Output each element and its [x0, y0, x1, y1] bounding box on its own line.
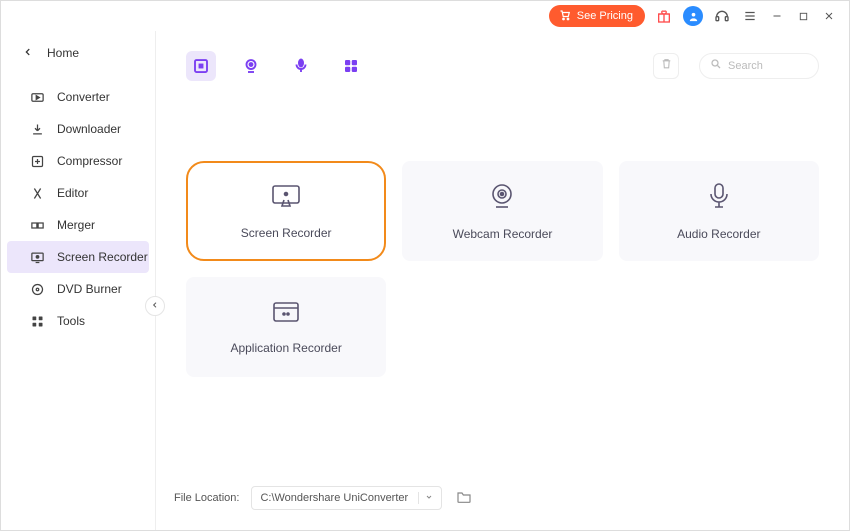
- sidebar-item-label: Editor: [57, 186, 88, 200]
- chevron-left-icon: [151, 301, 159, 312]
- folder-icon: [456, 490, 472, 507]
- webcam-icon: [488, 182, 516, 213]
- tab-screen[interactable]: [186, 51, 216, 81]
- monitor-icon: [271, 183, 301, 212]
- body: Home Converter Downloader: [1, 31, 849, 530]
- file-location-label: File Location:: [174, 492, 239, 504]
- card-label: Audio Recorder: [677, 227, 760, 241]
- tab-audio[interactable]: [286, 51, 316, 81]
- sidebar-item-label: DVD Burner: [57, 282, 122, 296]
- search-icon: [710, 57, 722, 75]
- sidebar: Home Converter Downloader: [1, 31, 156, 530]
- converter-icon: [29, 89, 45, 105]
- open-folder-button[interactable]: [454, 488, 474, 508]
- home-button[interactable]: Home: [1, 35, 155, 71]
- application-window-icon: [272, 300, 300, 327]
- card-label: Application Recorder: [230, 341, 341, 355]
- minimize-button[interactable]: [769, 8, 785, 24]
- sidebar-nav: Converter Downloader Compressor: [1, 81, 155, 337]
- card-audio-recorder[interactable]: Audio Recorder: [619, 161, 819, 261]
- sidebar-item-label: Downloader: [57, 122, 121, 136]
- menu-icon[interactable]: [741, 7, 759, 25]
- sidebar-item-label: Merger: [57, 218, 95, 232]
- dvd-burner-icon: [29, 281, 45, 297]
- search-input[interactable]: [728, 60, 808, 72]
- chevron-left-icon: [23, 46, 33, 60]
- app-window: See Pricing Ho: [0, 0, 850, 531]
- sidebar-item-label: Tools: [57, 314, 85, 328]
- see-pricing-button[interactable]: See Pricing: [549, 5, 645, 27]
- delete-button[interactable]: [653, 53, 679, 79]
- downloader-icon: [29, 121, 45, 137]
- cart-icon: [559, 9, 571, 24]
- sidebar-item-merger[interactable]: Merger: [7, 209, 149, 241]
- sidebar-item-label: Compressor: [57, 154, 122, 168]
- merger-icon: [29, 217, 45, 233]
- microphone-icon: [707, 182, 731, 213]
- maximize-button[interactable]: [795, 8, 811, 24]
- titlebar: See Pricing: [1, 1, 849, 31]
- headset-icon[interactable]: [713, 7, 731, 25]
- card-webcam-recorder[interactable]: Webcam Recorder: [402, 161, 602, 261]
- tools-icon: [29, 313, 45, 329]
- trash-icon: [660, 57, 673, 75]
- footer: File Location: C:\Wondershare UniConvert…: [170, 478, 835, 518]
- close-button[interactable]: [821, 8, 837, 24]
- cards-grid: Screen Recorder Webcam Recorder: [186, 161, 819, 377]
- file-location-value: C:\Wondershare UniConverter: [260, 492, 408, 504]
- search-box[interactable]: [699, 53, 819, 79]
- sidebar-item-tools[interactable]: Tools: [7, 305, 149, 337]
- sidebar-item-converter[interactable]: Converter: [7, 81, 149, 113]
- screen-recorder-icon: [29, 249, 45, 265]
- collapse-sidebar-button[interactable]: [145, 296, 165, 316]
- tab-webcam[interactable]: [236, 51, 266, 81]
- user-avatar-icon[interactable]: [683, 6, 703, 26]
- sidebar-item-label: Converter: [57, 90, 110, 104]
- sidebar-item-compressor[interactable]: Compressor: [7, 145, 149, 177]
- cards-area: Screen Recorder Webcam Recorder: [170, 91, 835, 478]
- sidebar-item-dvd-burner[interactable]: DVD Burner: [7, 273, 149, 305]
- see-pricing-label: See Pricing: [577, 10, 633, 22]
- content-panel: Screen Recorder Webcam Recorder: [170, 41, 835, 518]
- home-label: Home: [47, 46, 79, 60]
- card-label: Webcam Recorder: [453, 227, 553, 241]
- compressor-icon: [29, 153, 45, 169]
- sidebar-item-label: Screen Recorder: [57, 250, 148, 264]
- tab-application[interactable]: [336, 51, 366, 81]
- sidebar-item-editor[interactable]: Editor: [7, 177, 149, 209]
- sidebar-item-downloader[interactable]: Downloader: [7, 113, 149, 145]
- file-location-select[interactable]: C:\Wondershare UniConverter: [251, 486, 442, 510]
- card-application-recorder[interactable]: Application Recorder: [186, 277, 386, 377]
- main: Screen Recorder Webcam Recorder: [156, 31, 849, 530]
- sidebar-item-screen-recorder[interactable]: Screen Recorder: [7, 241, 149, 273]
- card-screen-recorder[interactable]: Screen Recorder: [186, 161, 386, 261]
- card-label: Screen Recorder: [241, 226, 332, 240]
- gift-icon[interactable]: [655, 7, 673, 25]
- toolbar: [170, 41, 835, 91]
- editor-icon: [29, 185, 45, 201]
- chevron-down-icon: [418, 492, 433, 504]
